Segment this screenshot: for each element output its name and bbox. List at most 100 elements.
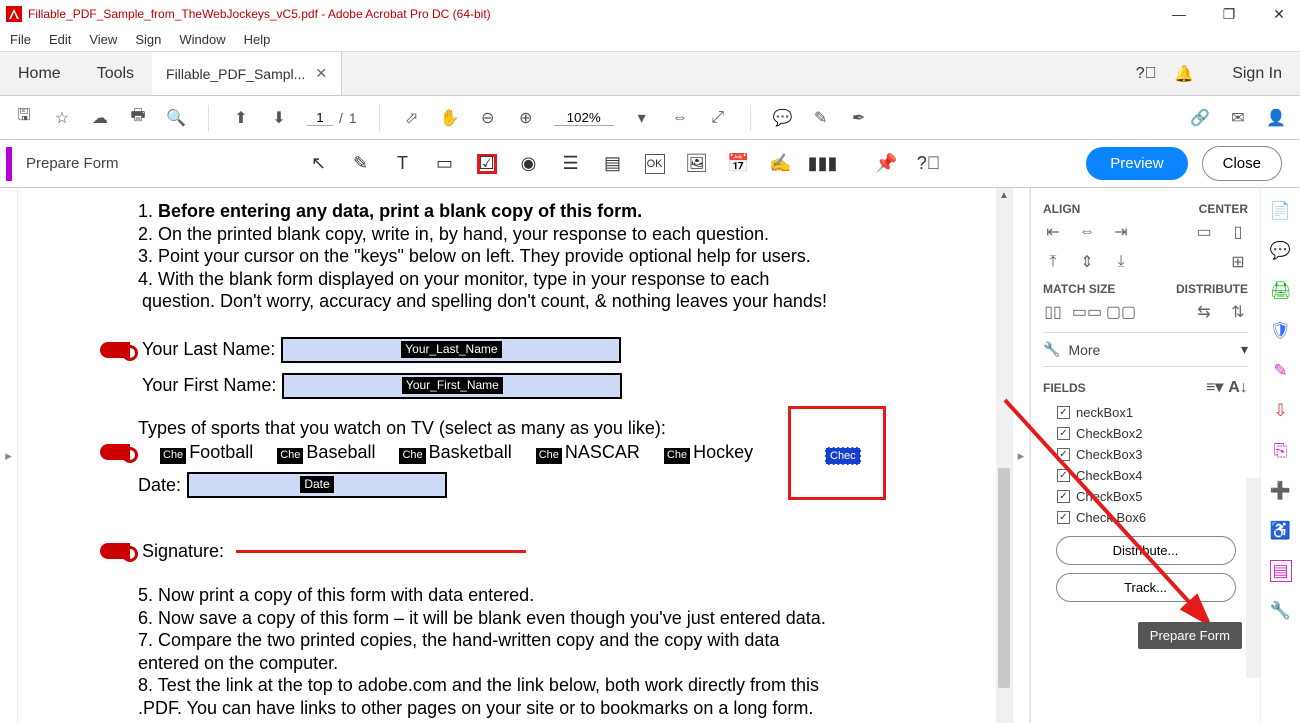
save-icon[interactable]: 🖫: [14, 108, 34, 128]
button-tool-icon[interactable]: OK: [645, 154, 665, 174]
left-panel-toggle[interactable]: ▸: [0, 188, 18, 723]
field-item[interactable]: ✓CheckBox5: [1043, 486, 1248, 507]
align-middle-icon[interactable]: ⇕: [1077, 252, 1097, 272]
list-tool-icon[interactable]: ☰: [561, 154, 581, 174]
menu-sign[interactable]: Sign: [135, 32, 161, 47]
match-height-icon[interactable]: ▭▭: [1077, 302, 1097, 322]
image-tool-icon[interactable]: 🖼: [687, 154, 707, 174]
lastname-field[interactable]: Your_Last_Name: [281, 337, 621, 363]
comment-tool-icon[interactable]: 💬: [1270, 240, 1292, 262]
center-both-icon[interactable]: ⊞: [1228, 252, 1248, 272]
menu-file[interactable]: File: [10, 32, 31, 47]
mail-icon[interactable]: ✉: [1228, 108, 1248, 128]
signature-tool-icon[interactable]: ✍: [771, 154, 791, 174]
preview-button[interactable]: Preview: [1086, 147, 1187, 180]
minimize-button[interactable]: ―: [1164, 6, 1194, 22]
prepare-form-icon[interactable]: ▤: [1270, 560, 1292, 582]
share-person-icon[interactable]: 👤: [1266, 108, 1286, 128]
comment-icon[interactable]: 💬: [773, 108, 793, 128]
chk-nascar[interactable]: Che: [536, 448, 562, 464]
bell-icon[interactable]: 🔔: [1174, 64, 1194, 84]
doc-scrollbar[interactable]: ▲: [996, 188, 1012, 723]
sign-in-link[interactable]: Sign In: [1214, 52, 1300, 95]
align-right-icon[interactable]: ⇥: [1111, 222, 1131, 242]
search-icon[interactable]: 🔍: [166, 108, 186, 128]
signature-line[interactable]: [236, 550, 526, 553]
panel-scrollbar[interactable]: [1246, 478, 1260, 678]
form-help-icon[interactable]: ?⃝: [919, 154, 939, 174]
document-area[interactable]: 1. Before entering any data, print a bla…: [18, 188, 1012, 723]
field-item[interactable]: ✓CheckBox4: [1043, 465, 1248, 486]
radio-tool-icon[interactable]: ◉: [519, 154, 539, 174]
scroll-up-icon[interactable]: ▲: [996, 190, 1012, 201]
menu-edit[interactable]: Edit: [49, 32, 71, 47]
field-item[interactable]: ✓neckBox1: [1043, 402, 1248, 423]
maximize-button[interactable]: ❐: [1214, 6, 1244, 23]
date-field[interactable]: Date: [187, 472, 447, 498]
protect-icon[interactable]: 🛡: [1270, 320, 1292, 342]
align-top-icon[interactable]: ⤒: [1043, 252, 1063, 272]
cursor-icon[interactable]: ⬀: [402, 108, 422, 128]
textbox-tool-icon[interactable]: ▭: [435, 154, 455, 174]
close-button[interactable]: Close: [1202, 146, 1282, 181]
align-left-icon[interactable]: ⇤: [1043, 222, 1063, 242]
fields-sort-icon[interactable]: A↓: [1228, 378, 1248, 398]
combine-icon[interactable]: ➕: [1270, 480, 1292, 502]
right-panel-toggle[interactable]: ▸: [1012, 188, 1030, 723]
chk-basketball[interactable]: Che: [399, 448, 425, 464]
zoom-out-icon[interactable]: ⊖: [478, 108, 498, 128]
dropdown-tool-icon[interactable]: ▤: [603, 154, 623, 174]
fit-page-icon[interactable]: ⤢: [708, 108, 728, 128]
export-pdf-icon[interactable]: ⇩: [1270, 400, 1292, 422]
menu-view[interactable]: View: [89, 32, 117, 47]
barcode-tool-icon[interactable]: ▮▮▮: [813, 154, 833, 174]
match-both-icon[interactable]: ▢▢: [1111, 302, 1131, 322]
text-field-tool-icon[interactable]: T: [393, 154, 413, 174]
organize-icon[interactable]: ⎘: [1270, 440, 1292, 462]
fields-menu-icon[interactable]: ≡▾: [1205, 377, 1225, 397]
edit-tool-icon[interactable]: ✎: [351, 154, 371, 174]
fit-width-icon[interactable]: ⇔: [670, 108, 690, 128]
field-item[interactable]: ✓CheckBox3: [1043, 444, 1248, 465]
page-number-input[interactable]: [307, 110, 333, 126]
edit-pdf-icon[interactable]: ✎: [1270, 360, 1292, 382]
chk-hockey[interactable]: Che: [664, 448, 690, 464]
distribute-h-icon[interactable]: ⇆: [1194, 302, 1214, 322]
field-item[interactable]: ✓CheckBox2: [1043, 423, 1248, 444]
star-icon[interactable]: ☆: [52, 108, 72, 128]
firstname-field[interactable]: Your_First_Name: [282, 373, 622, 399]
create-pdf-icon[interactable]: 📄: [1270, 200, 1292, 222]
close-window-button[interactable]: ✕: [1264, 6, 1294, 23]
distribute-v-icon[interactable]: ⇅: [1228, 302, 1248, 322]
more-menu[interactable]: 🔧More ▾: [1043, 341, 1248, 358]
select-tool-icon[interactable]: ↖: [309, 154, 329, 174]
center-v-icon[interactable]: ▯: [1228, 222, 1248, 242]
document-tab[interactable]: Fillable_PDF_Sampl... ✕: [152, 52, 342, 95]
zoom-dropdown-icon[interactable]: ▾: [632, 108, 652, 128]
cloud-upload-icon[interactable]: ☁: [90, 108, 110, 128]
field-item[interactable]: ✓Check Box6: [1043, 507, 1248, 528]
align-bottom-icon[interactable]: ⤓: [1111, 252, 1131, 272]
help-icon[interactable]: ?⃝: [1136, 64, 1156, 84]
highlight-icon[interactable]: ✎: [811, 108, 831, 128]
pin-icon[interactable]: 📌: [877, 154, 897, 174]
link-icon[interactable]: 🔗: [1190, 108, 1210, 128]
center-h-icon[interactable]: ▭: [1194, 222, 1214, 242]
page-down-icon[interactable]: ⬇: [269, 108, 289, 128]
page-up-icon[interactable]: ⬆: [231, 108, 251, 128]
match-width-icon[interactable]: ▯▯: [1043, 302, 1063, 322]
chk-baseball[interactable]: Che: [277, 448, 303, 464]
close-tab-icon[interactable]: ✕: [315, 65, 327, 82]
tab-home[interactable]: Home: [0, 52, 79, 95]
more-tools-icon[interactable]: 🔧: [1270, 600, 1292, 622]
zoom-in-icon[interactable]: ⊕: [516, 108, 536, 128]
new-checkbox-field[interactable]: Chec: [825, 447, 861, 465]
checkbox-tool-icon[interactable]: ☑: [477, 154, 497, 174]
menu-window[interactable]: Window: [179, 32, 225, 47]
align-center-h-icon[interactable]: ⇔: [1077, 222, 1097, 242]
print-icon[interactable]: 🖶: [128, 108, 148, 128]
scan-icon[interactable]: 🖨: [1270, 280, 1292, 302]
date-tool-icon[interactable]: 📅: [729, 154, 749, 174]
tab-tools[interactable]: Tools: [79, 52, 152, 95]
sign-icon[interactable]: ✒: [849, 108, 869, 128]
